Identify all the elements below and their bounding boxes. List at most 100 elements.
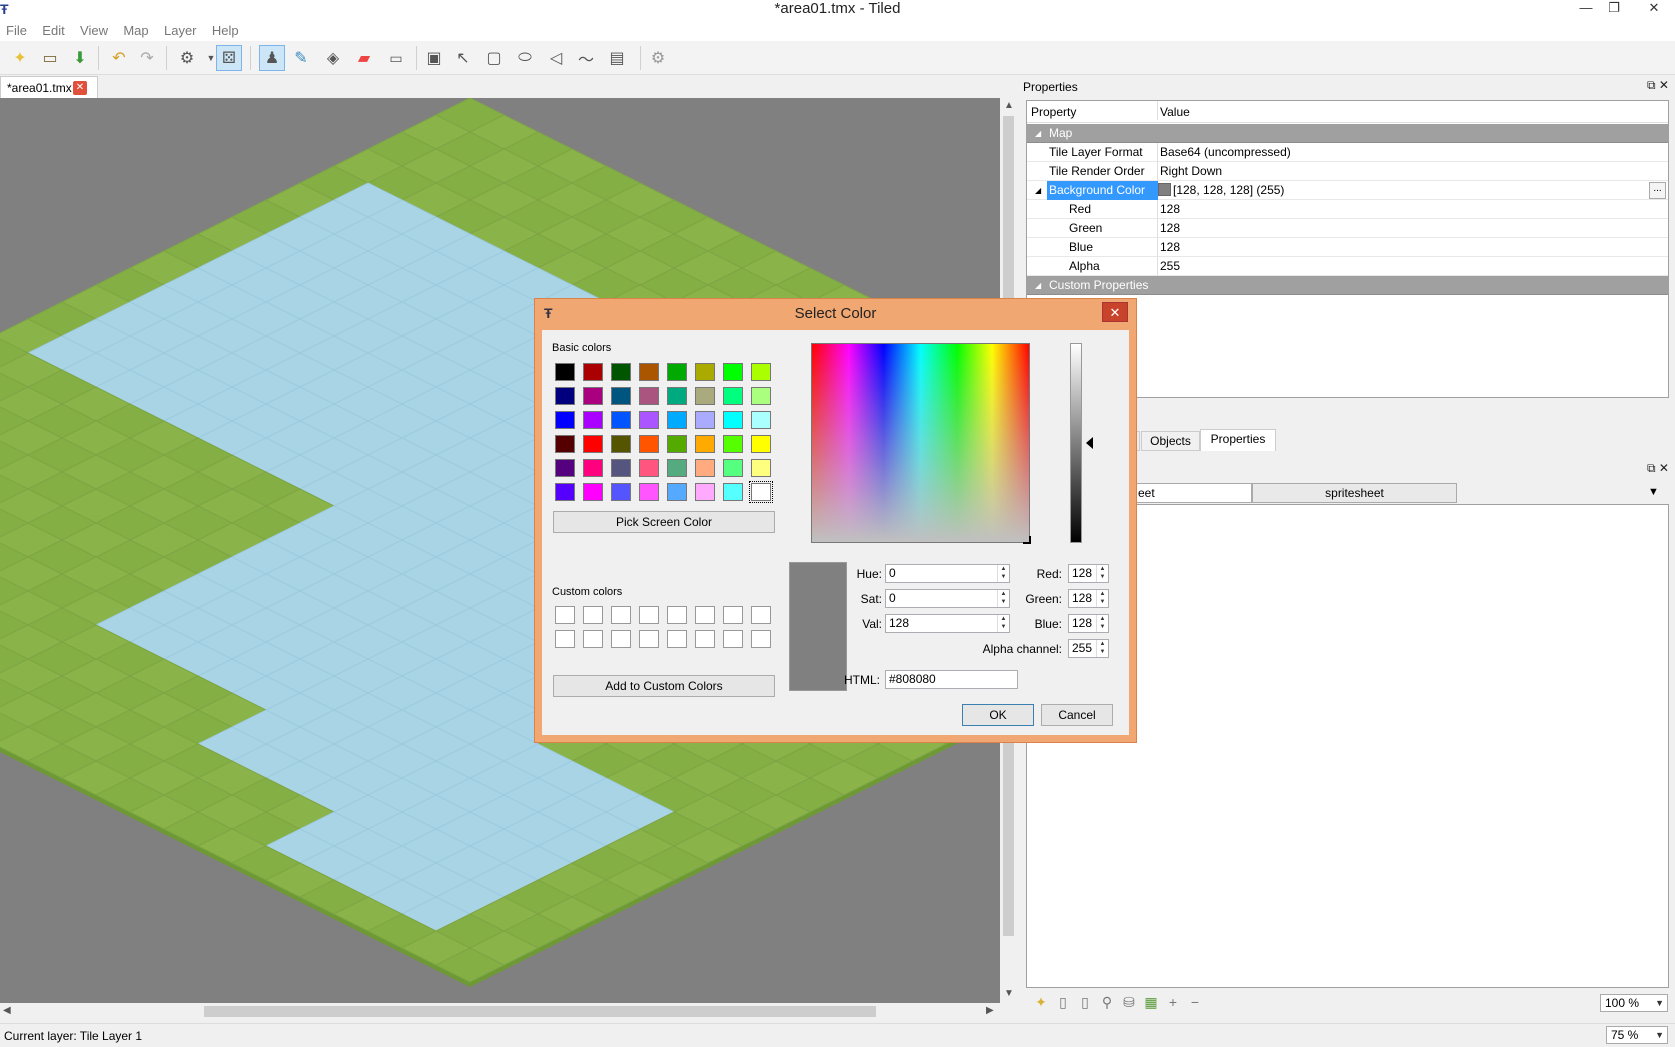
pick-screen-color-button[interactable]: Pick Screen Color (553, 511, 775, 533)
menu-layer[interactable]: Layer (158, 20, 203, 41)
custom-color-slot[interactable] (583, 630, 603, 648)
basic-color-swatch[interactable] (639, 411, 659, 429)
basic-color-swatch[interactable] (667, 387, 687, 405)
basic-color-swatch[interactable] (555, 387, 575, 405)
basic-color-swatch[interactable] (723, 387, 743, 405)
basic-color-swatch[interactable] (751, 363, 771, 381)
eraser-icon[interactable]: ▰ (351, 45, 377, 71)
basic-color-swatch[interactable] (611, 483, 631, 501)
cancel-button[interactable]: Cancel (1041, 704, 1113, 726)
undo-icon[interactable]: ↶ (106, 45, 132, 71)
close-tab-icon[interactable]: ✕ (73, 81, 87, 95)
terrain-brush-icon[interactable]: ✎ (288, 45, 314, 71)
maximize-button[interactable]: ❐ (1600, 0, 1628, 18)
custom-color-slot[interactable] (555, 630, 575, 648)
alpha-spinbox[interactable]: 255 ▲ ▼ (1068, 639, 1109, 658)
basic-color-swatch[interactable] (555, 459, 575, 477)
basic-color-swatch[interactable] (611, 459, 631, 477)
custom-color-slot[interactable] (695, 630, 715, 648)
value-slider[interactable] (1070, 343, 1093, 543)
collapse-icon[interactable]: ◢ (1035, 181, 1041, 200)
custom-color-slot[interactable] (751, 606, 771, 624)
basic-color-swatch[interactable] (695, 411, 715, 429)
property-row[interactable]: Green 128 (1027, 219, 1668, 238)
horizontal-scrollbar[interactable]: ◀ ▶ (0, 1003, 1000, 1020)
basic-color-swatch[interactable] (639, 435, 659, 453)
basic-color-swatch[interactable] (555, 483, 575, 501)
tileset-properties-icon[interactable]: ⚲ (1096, 994, 1118, 1011)
spin-arrows-icon[interactable]: ▲ ▼ (1096, 615, 1108, 632)
scroll-left-icon[interactable]: ◀ (3, 1005, 11, 1016)
menu-view[interactable]: View (74, 20, 114, 41)
export-tileset-icon[interactable]: ▯ (1074, 994, 1096, 1011)
save-file-icon[interactable]: ⬇ (67, 45, 93, 71)
basic-color-swatch[interactable] (639, 459, 659, 477)
property-row[interactable]: Red 128 (1027, 200, 1668, 219)
edit-polygons-icon[interactable]: ↖ (450, 45, 476, 71)
insert-rectangle-icon[interactable]: ▢ (481, 45, 507, 71)
basic-color-swatch[interactable] (667, 363, 687, 381)
minimize-button[interactable]: — (1572, 0, 1600, 18)
basic-color-swatch[interactable] (695, 435, 715, 453)
tileset-tab-spritesheet[interactable]: spritesheet (1252, 483, 1457, 503)
custom-properties-group-row[interactable]: ◢ Custom Properties (1027, 276, 1668, 295)
add-tiles-icon[interactable]: + (1162, 994, 1184, 1010)
ok-button[interactable]: OK (962, 704, 1034, 726)
scroll-down-icon[interactable]: ▼ (1004, 988, 1014, 999)
basic-color-swatch[interactable] (583, 387, 603, 405)
basic-color-swatch[interactable] (667, 411, 687, 429)
basic-color-swatch[interactable] (667, 483, 687, 501)
spin-arrows-icon[interactable]: ▲ ▼ (1096, 640, 1108, 657)
custom-color-slot[interactable] (751, 630, 771, 648)
new-tileset-icon[interactable]: ✦ (1030, 994, 1052, 1011)
hue-spinbox[interactable]: 0 ▲ ▼ (885, 564, 1010, 583)
custom-color-slot[interactable] (667, 630, 687, 648)
random-mode-dice-icon[interactable]: ⚄ (216, 45, 242, 71)
value-slider-pointer[interactable] (1086, 437, 1093, 449)
tileset-menu-chevron-icon[interactable]: ▼ (1648, 486, 1659, 498)
open-file-icon[interactable]: ▭ (37, 45, 63, 71)
basic-color-swatch[interactable] (583, 435, 603, 453)
basic-color-swatch[interactable] (611, 435, 631, 453)
basic-color-swatch[interactable] (723, 363, 743, 381)
basic-color-swatch[interactable] (583, 459, 603, 477)
basic-color-swatch[interactable] (555, 411, 575, 429)
map-zoom-select[interactable]: 75 % ▼ (1606, 1026, 1668, 1044)
green-spinbox[interactable]: 128 ▲ ▼ (1068, 589, 1109, 608)
map-group-row[interactable]: ◢ Map (1027, 124, 1668, 143)
picker-crosshair[interactable] (1023, 536, 1031, 544)
spin-arrows-icon[interactable]: ▲ ▼ (997, 565, 1009, 582)
basic-color-swatch[interactable] (695, 387, 715, 405)
stamp-tools-icon[interactable]: ⚙ (174, 45, 200, 71)
property-row[interactable]: Tile Layer Format Base64 (uncompressed) (1027, 143, 1668, 162)
dock-float-close-icons[interactable]: ⧉ ✕ (1647, 461, 1669, 476)
remove-tiles-icon[interactable]: − (1184, 994, 1206, 1010)
insert-ellipse-icon[interactable]: ⬭ (512, 45, 538, 71)
custom-color-slot[interactable] (583, 606, 603, 624)
blue-spinbox[interactable]: 128 ▲ ▼ (1068, 614, 1109, 633)
menu-file[interactable]: File (0, 20, 33, 41)
tileset-tab[interactable]: eet (1132, 483, 1252, 503)
basic-color-swatch[interactable] (751, 387, 771, 405)
dock-tab-properties[interactable]: Properties (1200, 429, 1276, 451)
basic-color-swatch[interactable] (639, 387, 659, 405)
basic-color-swatch[interactable] (723, 435, 743, 453)
basic-color-swatch[interactable] (695, 459, 715, 477)
spin-arrows-icon[interactable]: ▲ ▼ (997, 590, 1009, 607)
basic-color-swatch[interactable] (583, 411, 603, 429)
basic-color-swatch[interactable] (751, 459, 771, 477)
insert-polyline-icon[interactable]: 〜 (573, 45, 599, 71)
html-color-input[interactable]: #808080 (885, 670, 1018, 689)
basic-color-swatch[interactable] (695, 363, 715, 381)
insert-polygon-icon[interactable]: ◁ (543, 45, 569, 71)
scroll-right-icon[interactable]: ▶ (986, 1005, 994, 1016)
basic-color-swatch[interactable] (723, 459, 743, 477)
sat-spinbox[interactable]: 0 ▲ ▼ (885, 589, 1010, 608)
menu-edit[interactable]: Edit (36, 20, 70, 41)
basic-color-swatch[interactable] (667, 435, 687, 453)
import-tileset-icon[interactable]: ▯ (1052, 994, 1074, 1011)
delete-tileset-icon[interactable]: ⛁ (1118, 994, 1140, 1011)
collapse-icon[interactable]: ◢ (1035, 276, 1041, 295)
tileset-zoom-select[interactable]: 100 % ▼ (1600, 994, 1668, 1012)
spin-arrows-icon[interactable]: ▲ ▼ (1096, 590, 1108, 607)
